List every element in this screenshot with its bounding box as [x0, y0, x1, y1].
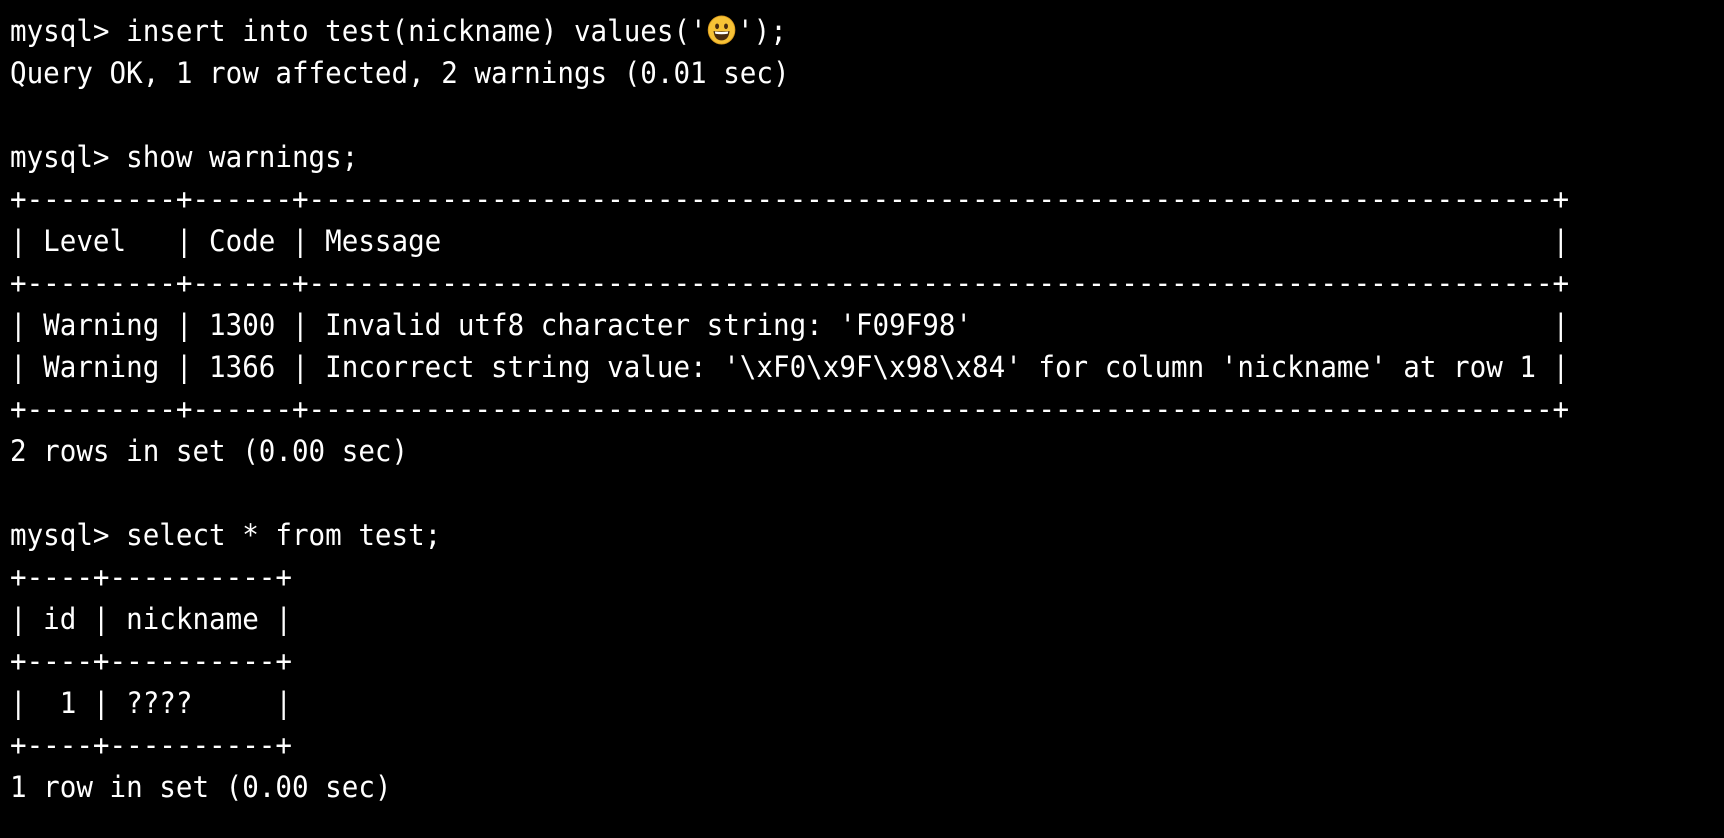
table-header-row: | Level | Code | Message | — [10, 224, 1570, 258]
table-border: +----+----------+ — [10, 728, 292, 762]
table-border: +----+----------+ — [10, 560, 292, 594]
table-row: | Warning | 1300 | Invalid utf8 characte… — [10, 308, 1570, 342]
output-rows-in-set: 1 row in set (0.00 sec) — [10, 770, 392, 804]
insert-command-suffix: '); — [737, 14, 787, 48]
table-border: +----+----------+ — [10, 644, 292, 678]
command-line-select: mysql> select * from test; — [10, 518, 442, 552]
output-rows-in-set: 2 rows in set (0.00 sec) — [10, 434, 409, 468]
table-border: +---------+------+----------------------… — [10, 182, 1570, 216]
command-line-insert: mysql> insert into test(nickname) values… — [10, 10, 1638, 52]
terminal-window[interactable]: mysql> insert into test(nickname) values… — [0, 0, 1724, 838]
table-header-row: | id | nickname | — [10, 602, 292, 636]
table-border: +---------+------+----------------------… — [10, 266, 1570, 300]
table-border: +---------+------+----------------------… — [10, 392, 1570, 426]
insert-command-prefix: mysql> insert into test(nickname) values… — [10, 14, 707, 48]
table-row: | Warning | 1366 | Incorrect string valu… — [10, 350, 1570, 384]
table-row: | 1 | ???? | — [10, 686, 292, 720]
grinning-face-icon — [708, 15, 736, 45]
output-query-ok: Query OK, 1 row affected, 2 warnings (0.… — [10, 56, 790, 90]
command-line-show-warnings: mysql> show warnings; — [10, 140, 359, 174]
